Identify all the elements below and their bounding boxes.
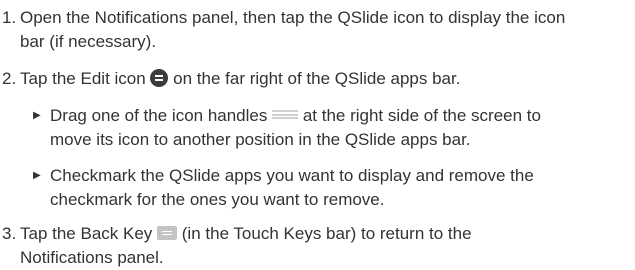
instructions-page: 1. Open the Notifications panel, then ta… (0, 0, 635, 270)
bullet-text-line: move its icon to another position in the… (50, 130, 471, 149)
step-number: 1. (2, 8, 17, 27)
step-text: Tap the (20, 69, 81, 88)
step-2: 2. Tap the Edit icon on the far right of… (2, 67, 629, 91)
step-text-line: bar (if necessary). (20, 32, 157, 51)
step-text-line: Notifications panel. (20, 248, 164, 267)
bullet-text-line: Checkmark the QSlide apps you want to di… (50, 166, 534, 185)
edit-keyword: Edit (80, 69, 110, 88)
bullet-text: at the right side of the screen to (298, 106, 541, 125)
bullet-text: Drag one of the icon handles (50, 106, 273, 125)
drag-handle-icon (272, 110, 299, 119)
step-text: (in the Touch Keys bar) to return to the (177, 224, 472, 243)
step-3: 3. Tap the Back Key (in the Touch Keys b… (2, 222, 629, 270)
bullet-marker-icon: ▶ (33, 170, 41, 181)
back-key-keyword: Back Key (80, 224, 153, 243)
step-number: 3. (2, 224, 17, 243)
bullet-item-2: ▶ Checkmark the QSlide apps you want to … (33, 164, 629, 212)
step-1: 1. Open the Notifications panel, then ta… (2, 6, 629, 54)
bullet-marker-icon: ▶ (33, 110, 41, 121)
step-text: Tap the (20, 224, 81, 243)
back-key-icon (157, 226, 178, 240)
step-text: on the far right of the QSlide apps bar. (168, 69, 461, 88)
step-text-line: Open the Notifications panel, then tap t… (20, 8, 566, 27)
step-text: icon (109, 69, 151, 88)
edit-icon (150, 69, 169, 87)
step-number: 2. (2, 69, 17, 88)
bullet-item-1: ▶ Drag one of the icon handles at the ri… (33, 104, 629, 152)
bullet-text-line: checkmark for the ones you want to remov… (50, 190, 385, 209)
